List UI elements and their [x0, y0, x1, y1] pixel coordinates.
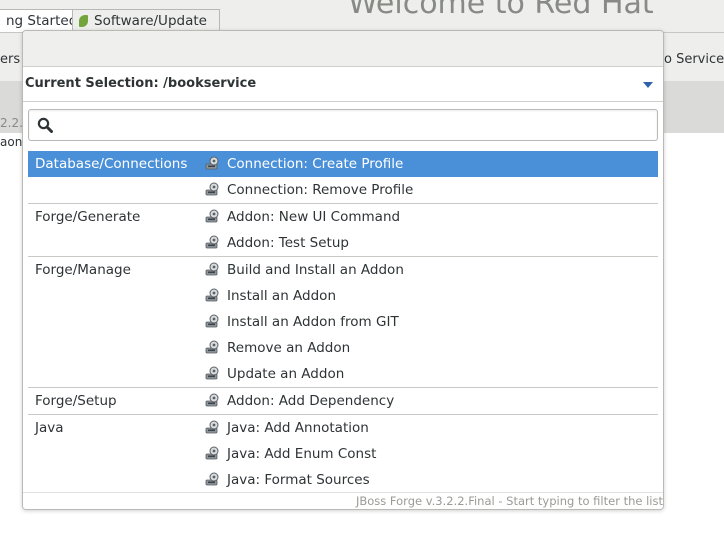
search-input[interactable] — [59, 112, 653, 138]
tab-label: Software/Update — [94, 13, 207, 29]
forge-gear-icon — [205, 471, 221, 487]
leaf-icon — [79, 15, 88, 27]
command-list: Database/Connections Connection: Create P… — [28, 151, 658, 493]
tab-label: ng Started — [6, 13, 77, 29]
welcome-heading: Welcome to Red Hat — [348, 0, 654, 21]
toolbar-fragment-right: o Service T — [664, 52, 724, 67]
tab-getting-started[interactable]: ng Started — [0, 9, 77, 32]
command-category: Forge/Manage — [35, 262, 131, 278]
command-label: Addon: Test Setup — [227, 235, 349, 251]
command-row[interactable]: Java: Add Enum Const — [28, 441, 658, 467]
tab-software-update[interactable]: Software/Update — [72, 9, 220, 32]
command-label: Remove an Addon — [227, 340, 351, 356]
text-fragment: aon — [0, 135, 23, 149]
command-row[interactable]: Addon: Test Setup — [28, 230, 658, 256]
popup-header — [23, 31, 663, 67]
command-label: Connection: Create Profile — [227, 156, 404, 172]
version-fragment: 2.2. — [0, 116, 23, 130]
command-row[interactable]: Connection: Remove Profile — [28, 177, 658, 203]
forge-command-popup: Current Selection: /bookservice Database… — [22, 30, 664, 510]
command-label: Install an Addon from GIT — [227, 314, 399, 330]
command-row[interactable]: Install an Addon from GIT — [28, 309, 658, 335]
current-selection-dropdown[interactable]: Current Selection: /bookservice — [23, 67, 663, 102]
command-row[interactable]: Forge/Generate Addon: New UI Command — [28, 203, 658, 230]
forge-gear-icon — [205, 208, 221, 224]
forge-gear-icon — [205, 392, 221, 408]
command-label: Build and Install an Addon — [227, 262, 404, 278]
forge-gear-icon — [205, 313, 221, 329]
forge-gear-icon — [205, 181, 221, 197]
command-category: Forge/Generate — [35, 209, 141, 225]
command-row[interactable]: Database/Connections Connection: Create P… — [28, 151, 658, 177]
popup-footer: JBoss Forge v.3.2.2.Final - Start typing… — [23, 492, 663, 509]
command-label: Install an Addon — [227, 288, 337, 304]
command-row[interactable]: Forge/Setup Addon: Add Dependency — [28, 387, 658, 414]
command-row[interactable]: Java: Format Sources — [28, 467, 658, 493]
forge-gear-icon — [205, 365, 221, 381]
command-row[interactable]: Java Java: Add Annotation — [28, 414, 658, 441]
command-label: Java: Add Annotation — [227, 420, 369, 436]
command-label: Connection: Remove Profile — [227, 182, 414, 198]
command-row[interactable]: Forge/Manage Build and Install an Addon — [28, 256, 658, 283]
forge-gear-icon — [205, 419, 221, 435]
search-field[interactable] — [28, 109, 658, 141]
command-row[interactable]: Install an Addon — [28, 283, 658, 309]
command-label: Java: Format Sources — [227, 472, 370, 488]
chevron-down-icon[interactable] — [643, 82, 653, 88]
command-category: Java — [35, 420, 64, 436]
command-label: Addon: Add Dependency — [227, 393, 395, 409]
forge-gear-icon — [205, 287, 221, 303]
command-label: Java: Add Enum Const — [227, 446, 377, 462]
command-category: Forge/Setup — [35, 393, 117, 409]
search-icon — [37, 117, 53, 133]
footer-status-text: JBoss Forge v.3.2.2.Final - Start typing… — [355, 494, 663, 508]
command-label: Update an Addon — [227, 366, 345, 382]
forge-gear-icon — [205, 339, 221, 355]
forge-gear-icon — [205, 445, 221, 461]
toolbar-fragment-left: ers — [0, 52, 21, 67]
forge-gear-icon — [205, 234, 221, 250]
forge-gear-icon — [205, 261, 221, 277]
current-selection-label: Current Selection: /bookservice — [25, 76, 257, 91]
command-category: Database/Connections — [35, 156, 188, 172]
background-content — [0, 133, 22, 553]
command-row[interactable]: Update an Addon — [28, 361, 658, 387]
forge-gear-icon — [205, 155, 221, 171]
command-label: Addon: New UI Command — [227, 209, 401, 225]
command-row[interactable]: Remove an Addon — [28, 335, 658, 361]
